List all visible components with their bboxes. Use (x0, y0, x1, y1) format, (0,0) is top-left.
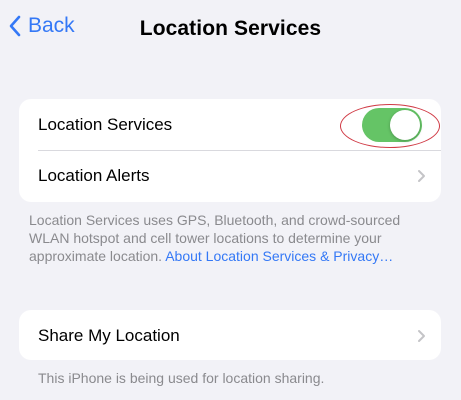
navigation-bar: Back Location Services (0, 0, 461, 62)
location-services-label: Location Services (38, 114, 173, 134)
location-services-description: Location Services uses GPS, Bluetooth, a… (29, 211, 434, 265)
page-title: Location Services (139, 17, 322, 40)
share-my-location-row[interactable]: Share My Location (19, 310, 441, 360)
location-settings-group: Location Services Location Alerts (19, 99, 441, 202)
location-alerts-label: Location Alerts (38, 165, 150, 185)
location-sharing-note: This iPhone is being used for location s… (38, 370, 325, 386)
chevron-right-icon (417, 169, 426, 183)
location-services-toggle[interactable] (362, 108, 422, 142)
location-services-row: Location Services (19, 99, 441, 150)
share-location-group: Share My Location (19, 310, 441, 360)
chevron-right-icon (417, 329, 426, 343)
location-alerts-row[interactable]: Location Alerts (19, 150, 441, 201)
share-my-location-label: Share My Location (38, 325, 180, 345)
toggle-knob (390, 110, 420, 140)
about-location-privacy-link[interactable]: About Location Services & Privacy… (165, 248, 393, 264)
